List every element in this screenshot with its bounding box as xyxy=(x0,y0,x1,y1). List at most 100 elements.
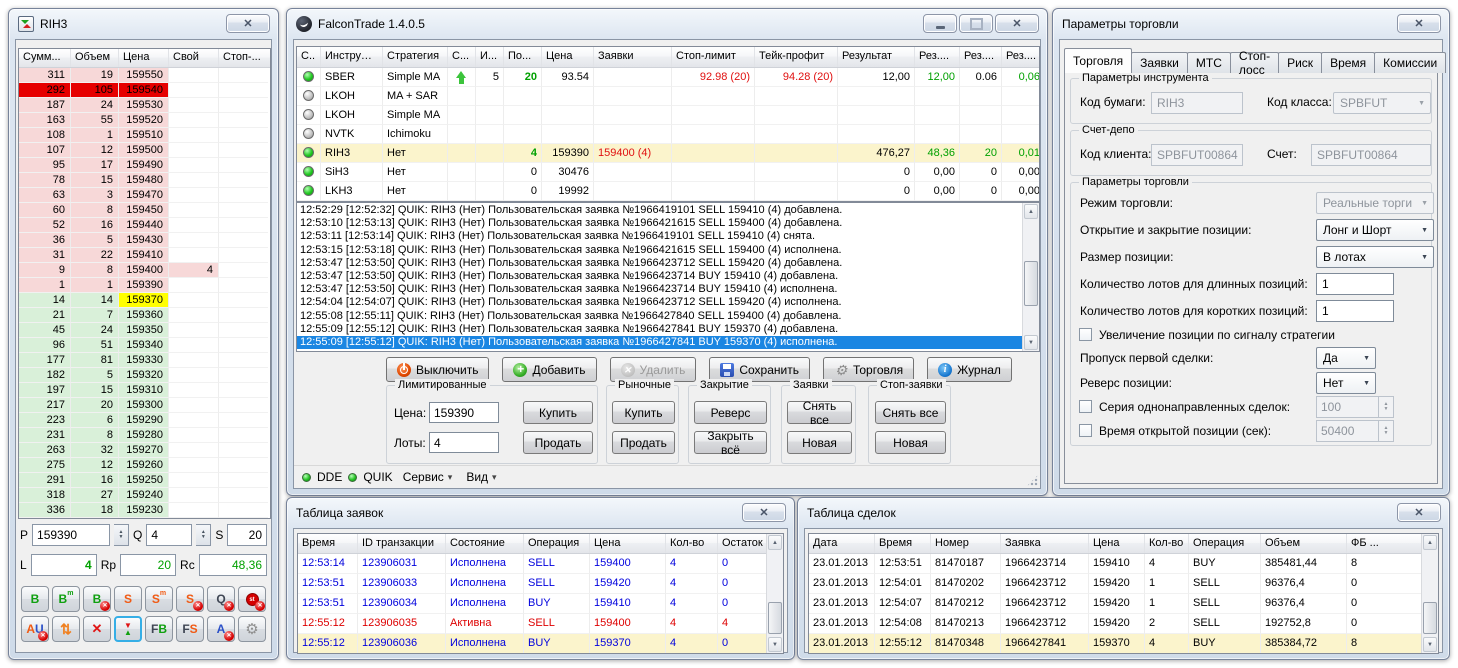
col-signal[interactable]: С... xyxy=(448,47,476,67)
tab[interactable]: Комиссии xyxy=(1374,52,1446,73)
col-res1[interactable]: Рез.... xyxy=(915,47,960,67)
dom-row[interactable]: 217 20 159300 xyxy=(19,398,270,413)
trade-row[interactable]: 23.01.2013 12:55:12 81470348 1966427841 … xyxy=(809,634,1438,654)
scroll-down-icon[interactable] xyxy=(1423,637,1437,652)
service-menu[interactable]: Сервис xyxy=(399,470,457,484)
scroll-down-icon[interactable] xyxy=(768,637,782,652)
dom-settings-button[interactable]: ⚙ xyxy=(238,616,266,642)
client-code-input[interactable]: SPBFUT00864 xyxy=(1151,144,1243,166)
price-input[interactable]: 159390 xyxy=(32,524,110,546)
cancel-all-stops-button[interactable]: Снять все xyxy=(875,401,946,424)
tab[interactable]: Заявки xyxy=(1131,52,1188,73)
open-close-select[interactable]: Лонг и Шорт xyxy=(1316,219,1434,241)
slippage-input[interactable]: 20 xyxy=(227,524,267,546)
dom-row[interactable]: 1 1 159390 xyxy=(19,278,270,293)
dom-titlebar[interactable]: RIH3 xyxy=(9,9,278,38)
order-row[interactable]: 12:53:51 123906034 Исполнена BUY 159410 … xyxy=(298,594,783,614)
scrollbar-thumb[interactable] xyxy=(1024,261,1038,306)
col-order[interactable]: Заявка xyxy=(1001,534,1089,553)
tab[interactable]: Время xyxy=(1321,52,1375,73)
dom-row[interactable]: 45 24 159350 xyxy=(19,323,270,338)
price-spinner[interactable] xyxy=(114,524,129,546)
dom-row[interactable]: 275 12 159260 xyxy=(19,458,270,473)
class-code-select[interactable]: SPBFUT xyxy=(1333,92,1431,114)
close-icon[interactable] xyxy=(1397,14,1441,33)
series-spinner[interactable] xyxy=(1379,396,1394,418)
col-res2[interactable]: Рез.... xyxy=(960,47,1002,67)
column-header-volume[interactable]: Объем xyxy=(71,49,119,67)
open-time-input[interactable]: 50400 xyxy=(1316,420,1379,442)
series-input[interactable]: 100 xyxy=(1316,396,1379,418)
dom-row[interactable]: 95 17 159490 xyxy=(19,158,270,173)
fast-sell-button[interactable]: F S xyxy=(176,616,204,642)
increase-position-checkbox[interactable] xyxy=(1079,328,1092,341)
dom-row[interactable]: 14 14 159370 xyxy=(19,293,270,308)
position-size-select[interactable]: В лотах xyxy=(1316,246,1434,268)
col-stop-limit[interactable]: Стоп-лимит xyxy=(672,47,755,67)
skip-first-select[interactable]: Да xyxy=(1316,347,1376,369)
instrument-row[interactable]: SBER Simple MA 5 20 93.54 92.98 (20) 94.… xyxy=(297,68,1039,87)
col-res3[interactable]: Рез.... xyxy=(1002,47,1040,67)
scroll-up-icon[interactable] xyxy=(768,535,782,550)
instrument-row[interactable]: NVTK Ichimoku xyxy=(297,125,1039,144)
sell-limit-button[interactable]: S xyxy=(114,586,142,612)
log-line[interactable]: 12:55:08 [12:55:11] QUIK: RIH3 (Нет) Пол… xyxy=(297,310,1022,323)
order-row[interactable]: 12:53:51 123906033 Исполнена SELL 159420… xyxy=(298,574,783,594)
instrument-row[interactable]: LKH3 Нет 0 19992 0 0,00 0 0,00 xyxy=(297,182,1039,201)
scrollbar-thumb[interactable] xyxy=(768,602,782,634)
dom-row[interactable]: 60 8 159450 xyxy=(19,203,270,218)
orders-titlebar[interactable]: Таблица заявок xyxy=(287,498,794,527)
account-input[interactable]: SPBFUT00864 xyxy=(1311,144,1431,166)
instrument-row[interactable]: SiH3 Нет 0 30476 0 0,00 0 0,00 xyxy=(297,163,1039,182)
log-scrollbar[interactable] xyxy=(1022,203,1039,351)
log-line[interactable]: 12:53:11 [12:53:14] QUIK: RIH3 (Нет) Пол… xyxy=(297,230,1022,243)
instrument-row[interactable]: RIH3 Нет 4 159390 159400 (4) 476,27 48,3… xyxy=(297,144,1039,163)
qty-input[interactable]: 4 xyxy=(146,524,192,546)
dom-row[interactable]: 52 16 159440 xyxy=(19,218,270,233)
dom-row[interactable]: 36 5 159430 xyxy=(19,233,270,248)
trades-titlebar[interactable]: Таблица сделок xyxy=(798,498,1449,527)
dom-row[interactable]: 311 19 159550 xyxy=(19,68,270,83)
params-titlebar[interactable]: Параметры торговли xyxy=(1053,9,1449,38)
col-transaction-id[interactable]: ID транзакции xyxy=(358,534,446,553)
column-header-sum[interactable]: Сумм... xyxy=(19,49,71,67)
log-line[interactable]: 12:53:47 [12:53:50] QUIK: RIH3 (Нет) Пол… xyxy=(297,270,1022,283)
event-log[interactable]: 12:52:29 [12:52:32] QUIK: RIH3 (Нет) Пол… xyxy=(296,202,1040,352)
close-icon[interactable] xyxy=(1397,503,1441,522)
col-price[interactable]: Цена xyxy=(590,534,666,553)
fast-buy-button[interactable]: F B xyxy=(145,616,173,642)
add-button[interactable]: Добавить xyxy=(502,357,596,382)
dom-row[interactable]: 63 3 159470 xyxy=(19,188,270,203)
mode-select[interactable]: Реальные торги xyxy=(1316,192,1434,214)
col-time[interactable]: Время xyxy=(298,534,358,553)
order-row[interactable]: 12:55:12 123906036 Исполнена BUY 159370 … xyxy=(298,634,783,654)
open-time-checkbox[interactable] xyxy=(1079,424,1092,437)
tab[interactable]: Торговля xyxy=(1064,48,1132,73)
dom-row[interactable]: 31 22 159410 xyxy=(19,248,270,263)
dom-row[interactable]: 9 8 159400 4 xyxy=(19,263,270,278)
market-buy-button[interactable]: Купить xyxy=(612,401,675,424)
view-menu[interactable]: Вид xyxy=(462,470,500,484)
col-number[interactable]: Номер xyxy=(931,534,1001,553)
col-date[interactable]: Дата xyxy=(809,534,875,553)
scrollbar-thumb[interactable] xyxy=(1423,602,1437,634)
cancel-auto-button[interactable]: A ✕ xyxy=(207,616,235,642)
limit-lots-input[interactable]: 4 xyxy=(429,432,499,453)
dom-row[interactable]: 318 27 159240 xyxy=(19,488,270,503)
instrument-row[interactable]: LKOH MA + SAR xyxy=(297,87,1039,106)
dom-row[interactable]: 107 12 159500 xyxy=(19,143,270,158)
cancel-stop-orders-button[interactable]: st ✕ xyxy=(238,586,266,612)
col-status[interactable]: С.. xyxy=(297,47,321,67)
dom-row[interactable]: 21 7 159360 xyxy=(19,308,270,323)
main-titlebar[interactable]: FalconTrade 1.4.0.5 xyxy=(287,9,1047,38)
new-stop-button[interactable]: Новая xyxy=(875,431,946,454)
log-line[interactable]: 12:53:15 [12:53:18] QUIK: RIH3 (Нет) Пол… xyxy=(297,244,1022,257)
dom-row[interactable]: 108 1 159510 xyxy=(19,128,270,143)
col-take-profit[interactable]: Тейк-профит xyxy=(755,47,838,67)
cancel-queue-button[interactable]: Q ✕ xyxy=(207,586,235,612)
tab[interactable]: Риск xyxy=(1278,52,1322,73)
dom-row[interactable]: 263 32 159270 xyxy=(19,443,270,458)
log-line[interactable]: 12:55:09 [12:55:12] QUIK: RIH3 (Нет) Пол… xyxy=(297,323,1022,336)
dom-row[interactable]: 291 16 159250 xyxy=(19,473,270,488)
limit-buy-button[interactable]: Купить xyxy=(523,401,593,424)
